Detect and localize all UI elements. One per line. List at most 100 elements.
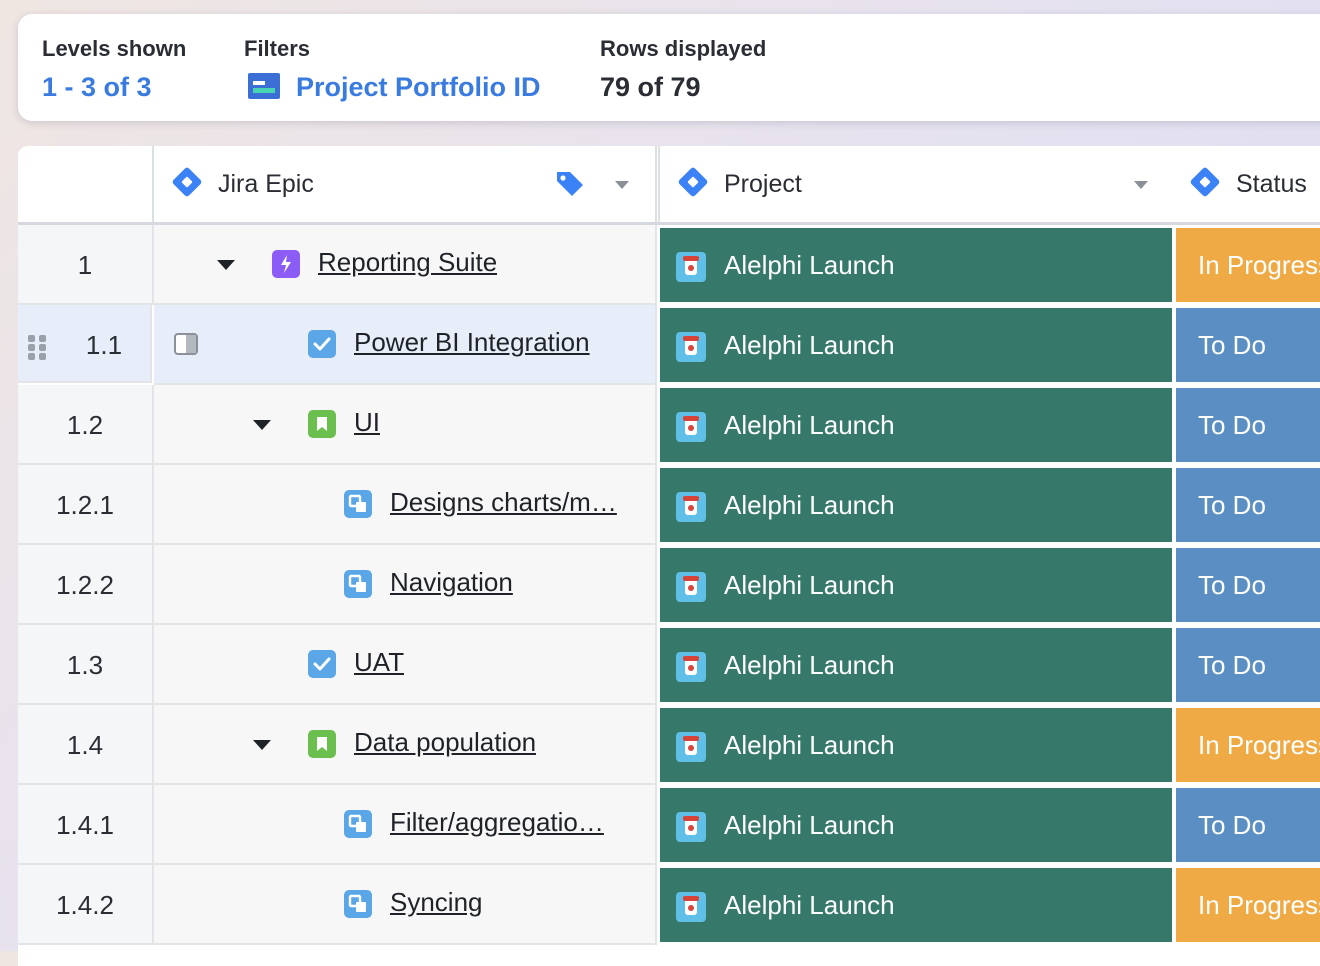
status-cell[interactable]: To Do	[1176, 468, 1320, 542]
status-label: To Do	[1198, 570, 1266, 600]
project-name: Alelphi Launch	[724, 730, 895, 760]
alelphi-cup-icon	[676, 812, 706, 842]
project-name: Alelphi Launch	[724, 890, 895, 920]
filters-label: Filters	[244, 36, 311, 61]
status-cell[interactable]: To Do	[1176, 388, 1320, 462]
project-cell[interactable]: Alelphi Launch	[660, 388, 1172, 462]
status-label: In Progress	[1198, 730, 1320, 760]
project-name: Alelphi Launch	[724, 570, 895, 600]
alelphi-cup-icon	[676, 652, 706, 682]
table-row[interactable]: 1.3 UAT Alelphi Launch To Do	[18, 625, 1320, 705]
column-header-status[interactable]: Status	[1174, 146, 1320, 222]
alelphi-cup-icon	[676, 252, 706, 282]
row-number: 1.4.2	[18, 865, 154, 945]
chevron-down-icon[interactable]	[1134, 181, 1148, 189]
project-cell[interactable]: Alelphi Launch	[660, 788, 1172, 862]
alelphi-cup-icon	[676, 572, 706, 602]
issue-link[interactable]: UI	[354, 407, 380, 438]
epic-cell[interactable]: Syncing	[154, 865, 657, 945]
table-row[interactable]: 1.4.2 Syncing Alelphi Launch In Progress	[18, 865, 1320, 945]
subtask-icon	[344, 490, 372, 518]
column-title-status: Status	[1236, 170, 1307, 198]
issue-link[interactable]: Filter/aggregatio…	[390, 807, 604, 838]
status-label: In Progress	[1198, 250, 1320, 280]
summary-card: Levels shown 1 - 3 of 3 Filters Project …	[18, 14, 1320, 121]
collapse-triangle-icon[interactable]	[253, 740, 271, 750]
chevron-down-icon[interactable]	[615, 181, 629, 189]
status-cell[interactable]: To Do	[1176, 548, 1320, 622]
subtask-icon	[344, 810, 372, 838]
issue-link[interactable]: Data population	[354, 727, 536, 758]
jira-diamond-icon	[677, 166, 709, 198]
project-cell[interactable]: Alelphi Launch	[660, 308, 1172, 382]
structure-grid: Jira Epic Project Status 1 Reporting Sui…	[18, 146, 1320, 966]
issue-link[interactable]: UAT	[354, 647, 404, 678]
epic-cell[interactable]: UAT	[154, 625, 657, 705]
epic-cell[interactable]: Designs charts/m…	[154, 465, 657, 545]
project-cell[interactable]: Alelphi Launch	[660, 868, 1172, 942]
filter-project-portfolio-id[interactable]: Project Portfolio ID	[296, 72, 541, 103]
story-bookmark-icon	[308, 730, 336, 758]
status-cell[interactable]: To Do	[1176, 628, 1320, 702]
subtask-icon	[344, 890, 372, 918]
alelphi-cup-icon	[676, 412, 706, 442]
column-title-jira-epic: Jira Epic	[218, 170, 314, 198]
epic-cell[interactable]: UI	[154, 385, 657, 465]
project-name: Alelphi Launch	[724, 490, 895, 520]
issue-link[interactable]: Designs charts/m…	[390, 487, 617, 518]
levels-shown-value[interactable]: 1 - 3 of 3	[42, 72, 152, 103]
project-cell[interactable]: Alelphi Launch	[660, 228, 1172, 302]
rows-displayed-label: Rows displayed	[600, 36, 767, 61]
issue-link[interactable]: Reporting Suite	[318, 247, 497, 278]
project-name: Alelphi Launch	[724, 650, 895, 680]
filter-structure-icon[interactable]	[248, 73, 280, 99]
task-checkbox-icon	[308, 650, 336, 678]
epic-cell[interactable]: Navigation	[154, 545, 657, 625]
status-cell[interactable]: In Progress	[1176, 868, 1320, 942]
epic-cell[interactable]: Filter/aggregatio…	[154, 785, 657, 865]
epic-cell[interactable]: Data population	[154, 705, 657, 785]
project-cell[interactable]: Alelphi Launch	[660, 708, 1172, 782]
status-label: To Do	[1198, 490, 1266, 520]
table-row[interactable]: 1.2.2 Navigation Alelphi Launch To Do	[18, 545, 1320, 625]
project-cell[interactable]: Alelphi Launch	[660, 628, 1172, 702]
row-number: 1.3	[18, 625, 154, 705]
details-panel-icon[interactable]	[174, 333, 198, 355]
jira-diamond-icon	[1189, 166, 1221, 198]
drag-handle-icon[interactable]	[28, 335, 48, 360]
levels-shown-label: Levels shown	[42, 36, 187, 61]
table-row[interactable]: 1 Reporting Suite Alelphi Launch In Prog…	[18, 225, 1320, 305]
status-label: To Do	[1198, 330, 1266, 360]
epic-cell[interactable]: Power BI Integration	[154, 305, 657, 385]
row-number: 1.2.1	[18, 465, 154, 545]
project-cell[interactable]: Alelphi Launch	[660, 548, 1172, 622]
table-row[interactable]: 1.1 Power BI Integration Alelphi Launch …	[18, 305, 1320, 385]
status-cell[interactable]: To Do	[1176, 788, 1320, 862]
table-row[interactable]: 1.4.1 Filter/aggregatio… Alelphi Launch …	[18, 785, 1320, 865]
issue-link[interactable]: Syncing	[390, 887, 483, 918]
tag-icon[interactable]	[554, 168, 586, 200]
status-cell[interactable]: In Progress	[1176, 708, 1320, 782]
row-number-header	[18, 146, 154, 222]
status-cell[interactable]: To Do	[1176, 308, 1320, 382]
table-row[interactable]: 1.2.1 Designs charts/m… Alelphi Launch T…	[18, 465, 1320, 545]
table-row[interactable]: 1.2 UI Alelphi Launch To Do	[18, 385, 1320, 465]
column-header-project[interactable]: Project	[658, 146, 1176, 222]
table-row[interactable]: 1.4 Data population Alelphi Launch In Pr…	[18, 705, 1320, 785]
column-header-jira-epic[interactable]: Jira Epic	[154, 146, 657, 222]
project-cell[interactable]: Alelphi Launch	[660, 468, 1172, 542]
project-name: Alelphi Launch	[724, 250, 895, 280]
status-cell[interactable]: In Progress	[1176, 228, 1320, 302]
row-number-text: 1.1	[85, 330, 123, 360]
epic-lightning-icon	[272, 250, 300, 278]
row-number: 1.4	[18, 705, 154, 785]
issue-link[interactable]: Power BI Integration	[354, 327, 590, 358]
project-name: Alelphi Launch	[724, 330, 895, 360]
issue-link[interactable]: Navigation	[390, 567, 513, 598]
epic-cell[interactable]: Reporting Suite	[154, 225, 657, 305]
row-number: 1	[18, 225, 154, 305]
jira-diamond-icon	[171, 166, 203, 198]
collapse-triangle-icon[interactable]	[253, 420, 271, 430]
alelphi-cup-icon	[676, 892, 706, 922]
collapse-triangle-icon[interactable]	[217, 260, 235, 270]
